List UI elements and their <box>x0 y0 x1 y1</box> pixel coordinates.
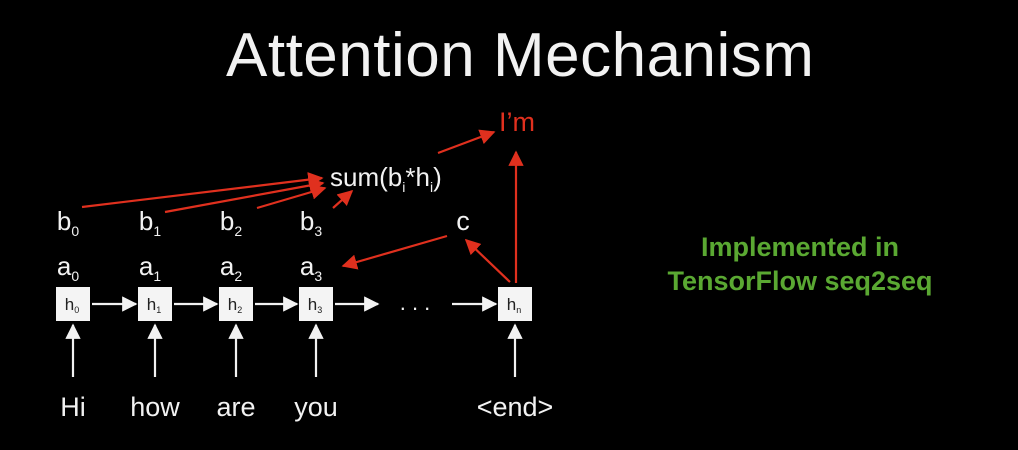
attention-arrow-b2 <box>256 184 327 210</box>
b-label-3: b3 <box>300 206 322 239</box>
input-word-2: are <box>216 392 255 422</box>
input-word-0: Hi <box>60 392 86 422</box>
input-word-3: you <box>294 392 338 422</box>
b-label-0: b0 <box>57 206 79 239</box>
a-label-0: a0 <box>57 251 79 284</box>
implementation-note: Implemented in TensorFlow seq2seq <box>640 230 960 298</box>
a-label-2: a2 <box>220 251 242 284</box>
attention-arrow-b0 <box>81 172 324 209</box>
a-label-3: a3 <box>300 251 322 284</box>
b-label-1: b1 <box>139 206 161 239</box>
attention-diagram: h0 h1 h2 h3 hn . . .Hi how are you <end>a0 a1 a2 a3… <box>56 107 554 422</box>
slide: Attention Mechanism h0 h1 h2 h3 hn . . . Hi ho… <box>0 0 1018 450</box>
input-word-4: <end> <box>477 392 554 422</box>
hn-to-context-arrow <box>464 238 511 283</box>
note-line-2: TensorFlow seq2seq <box>667 266 933 296</box>
sum-to-output-arrow <box>437 129 496 155</box>
attention-arrow-b3 <box>332 189 354 209</box>
context-label: c <box>456 206 470 236</box>
note-line-1: Implemented in <box>700 232 900 262</box>
output-label: I’m <box>499 107 535 137</box>
a-label-1: a1 <box>139 251 161 284</box>
input-word-1: how <box>130 392 180 422</box>
b-label-2: b2 <box>220 206 242 239</box>
weighted-sum-label: sum(bi*hi) <box>330 162 442 195</box>
context-to-a3-arrow <box>341 234 448 270</box>
ellipsis: . . . <box>400 290 431 315</box>
